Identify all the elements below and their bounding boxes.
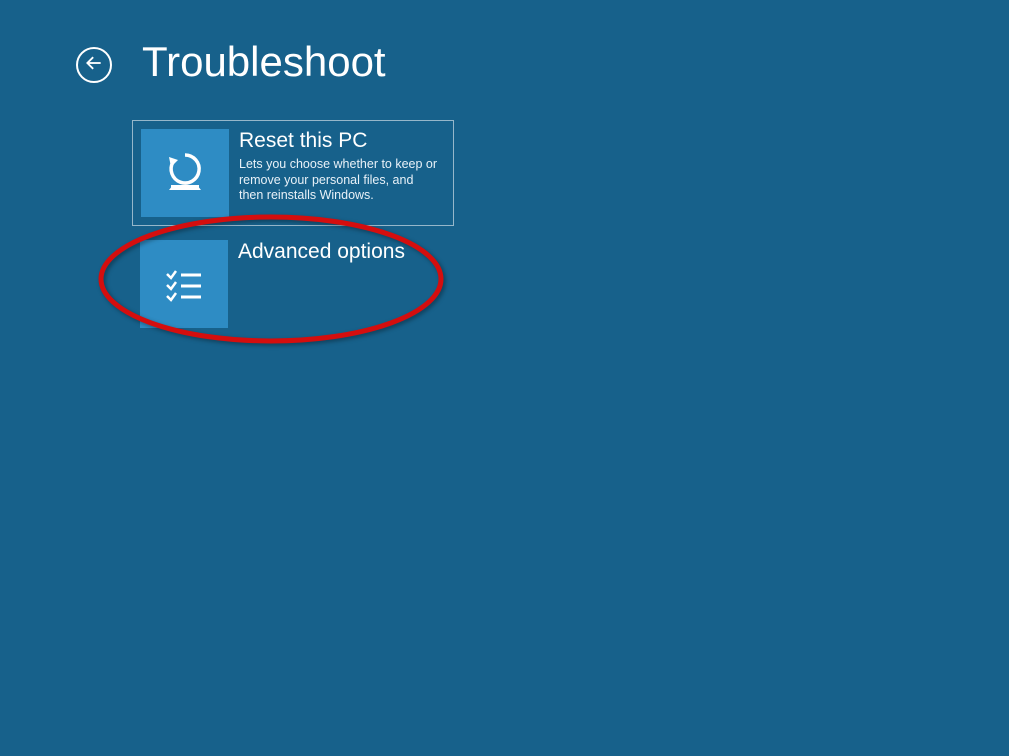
window-right-edge xyxy=(1009,0,1017,756)
tile-advanced-options[interactable]: Advanced options xyxy=(132,232,454,338)
reset-icon xyxy=(141,129,229,217)
tile-text: Reset this PC Lets you choose whether to… xyxy=(229,129,439,204)
checklist-icon xyxy=(140,240,228,328)
page-title: Troubleshoot xyxy=(142,38,386,86)
tile-title: Advanced options xyxy=(238,240,405,264)
tile-description: Lets you choose whether to keep or remov… xyxy=(239,157,439,204)
tile-list: Reset this PC Lets you choose whether to… xyxy=(132,120,1017,338)
back-button[interactable] xyxy=(76,47,112,83)
arrow-left-icon xyxy=(84,53,104,78)
tile-title: Reset this PC xyxy=(239,129,439,153)
tile-reset-this-pc[interactable]: Reset this PC Lets you choose whether to… xyxy=(132,120,454,226)
page-header: Troubleshoot xyxy=(0,0,1017,86)
tile-text: Advanced options xyxy=(228,240,405,268)
